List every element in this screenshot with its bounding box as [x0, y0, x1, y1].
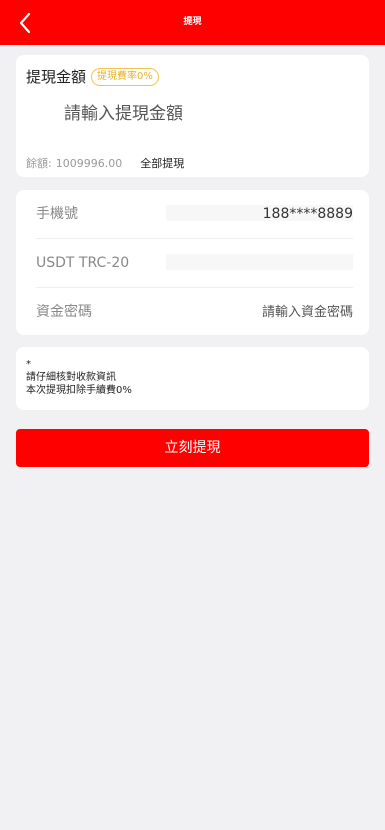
balance-label: 餘額: — [26, 157, 52, 170]
usdt-label: USDT TRC-20 — [36, 255, 130, 271]
withdraw-all-button[interactable]: 全部提現 — [140, 155, 184, 171]
notice-card: * 請仔細核對收款資訊 本次提現扣除手續費0% — [16, 347, 369, 410]
balance-value: 1009996.00 — [55, 156, 123, 170]
usdt-address-field[interactable] — [166, 254, 353, 270]
notice-line-2: 本次提現扣除手續費0% — [26, 385, 132, 396]
page-title: 提現 — [183, 17, 202, 27]
phone-row: 手機號 188****8889 — [36, 190, 353, 238]
usdt-row: USDT TRC-20 — [36, 239, 353, 287]
amount-card: 提現金額 提現費率0% 餘額: 1009996.00 全部提現 — [16, 55, 369, 177]
top-header: 提現 — [0, 0, 385, 45]
balance-row: 餘額: 1009996.00 全部提現 — [26, 155, 184, 171]
phone-label: 手機號 — [36, 206, 78, 222]
password-row: 資金密碼 — [36, 288, 353, 336]
notice-star: * — [26, 359, 31, 370]
submit-withdraw-button[interactable]: 立刻提現 — [16, 429, 369, 467]
amount-title: 提現金額 — [26, 68, 87, 86]
phone-value: 188****8889 — [262, 206, 353, 222]
amount-input[interactable] — [64, 101, 354, 127]
password-label: 資金密碼 — [36, 304, 92, 320]
fee-rate-badge: 提現費率0% — [91, 67, 159, 86]
fund-password-input[interactable] — [173, 300, 353, 324]
notice-text: * 請仔細核對收款資訊 本次提現扣除手續費0% — [26, 358, 132, 397]
account-info-card: 手機號 188****8889 USDT TRC-20 資金密碼 — [16, 190, 369, 335]
amount-title-row: 提現金額 提現費率0% — [26, 66, 159, 87]
notice-line-1: 請仔細核對收款資訊 — [26, 372, 116, 383]
